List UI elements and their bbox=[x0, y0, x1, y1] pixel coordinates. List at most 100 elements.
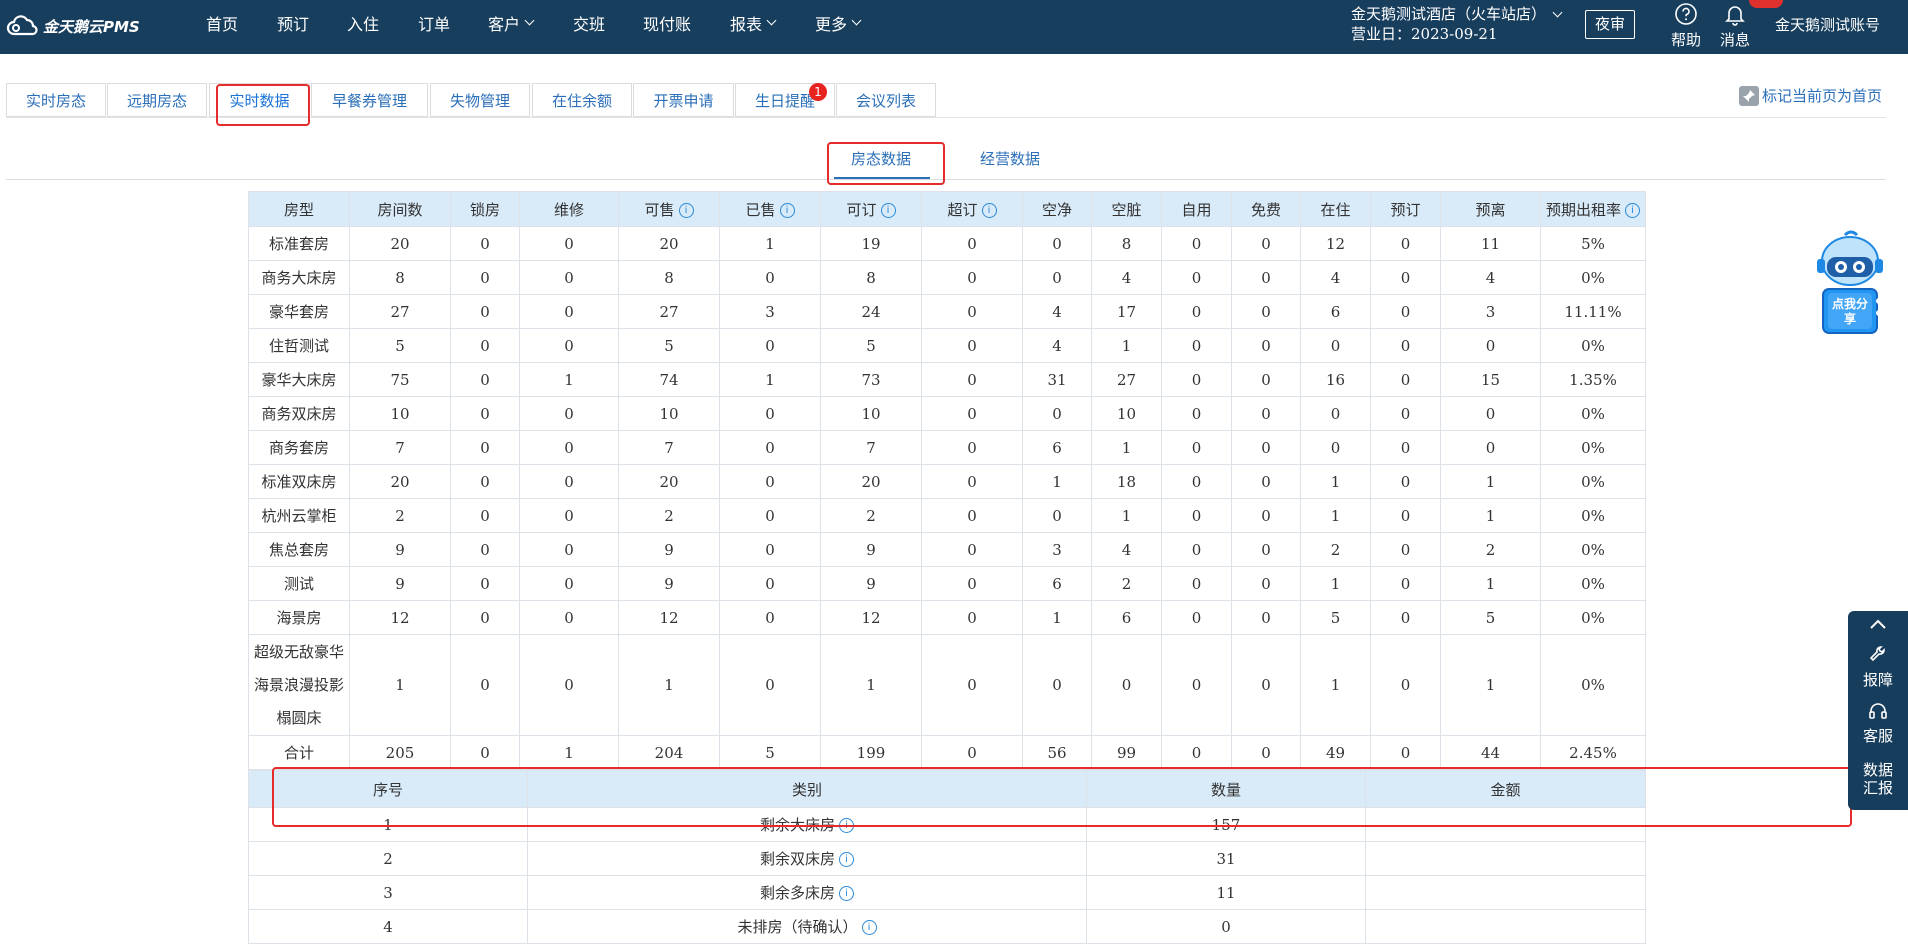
info-icon[interactable]: i bbox=[861, 920, 877, 935]
table-cell: 204 bbox=[618, 735, 720, 770]
table-cell: 9 bbox=[618, 532, 720, 567]
table-cell: 0 bbox=[450, 566, 520, 601]
table-cell: 2 bbox=[1091, 566, 1162, 601]
table-cell: 0 bbox=[719, 498, 821, 533]
scroll-top-button[interactable] bbox=[1848, 617, 1908, 635]
room-summary-table: 序号 类别 数量 金额 1 剩余大床房 i 157 2 剩余双床房 i 31 3 剩余多床房 i 11 4 未排… bbox=[248, 770, 1646, 944]
info-icon[interactable]: i bbox=[839, 852, 854, 867]
table-cell: 1 bbox=[1091, 328, 1162, 363]
table-cell: 0 bbox=[450, 226, 520, 261]
summary-category-cell: 剩余大床房 i bbox=[527, 807, 1087, 842]
info-icon[interactable]: i bbox=[981, 202, 997, 218]
account-menu[interactable]: 金天鹅测试账号 bbox=[1775, 14, 1880, 35]
brand-logo[interactable]: 金天鹅云PMS bbox=[6, 13, 140, 39]
customer-service-label: 客服 bbox=[1862, 727, 1893, 745]
table-cell: 0 bbox=[1440, 396, 1541, 431]
header-label: 房间数 bbox=[377, 200, 423, 219]
table-cell: 5 bbox=[1440, 600, 1541, 635]
hotel-selector[interactable]: 金天鹅测试酒店（火车站店） 营业日：2023-09-21 bbox=[1351, 4, 1563, 44]
info-icon[interactable]: i bbox=[678, 202, 694, 218]
header-label: 超订 bbox=[947, 200, 978, 219]
table-cell: 0 bbox=[1161, 566, 1232, 601]
tab-breakfast-vouchers[interactable]: 早餐券管理 bbox=[311, 83, 428, 117]
nav-checkin[interactable]: 入住 bbox=[347, 0, 379, 46]
table-cell: 0 bbox=[1231, 362, 1301, 397]
nav-customers[interactable]: 客户 bbox=[488, 0, 535, 46]
table-cell: 0 bbox=[519, 226, 619, 261]
header-label: 在住 bbox=[1320, 200, 1351, 219]
tab-realtime-data[interactable]: 实时数据 bbox=[209, 83, 310, 117]
night-audit-button[interactable]: 夜审 bbox=[1585, 10, 1635, 39]
table-cell: 8 bbox=[349, 260, 451, 295]
table-cell: 0 bbox=[1231, 600, 1301, 635]
table-cell: 49 bbox=[1300, 735, 1371, 770]
nav-more[interactable]: 更多 bbox=[815, 0, 862, 46]
table-cell: 7 bbox=[618, 430, 720, 465]
customer-service-button[interactable]: 客服 bbox=[1848, 701, 1908, 746]
room-table-header-cell: 预订 bbox=[1370, 191, 1441, 227]
info-icon[interactable]: i bbox=[779, 202, 795, 218]
data-summary-button[interactable]: 数据汇报 bbox=[1858, 761, 1898, 797]
subtab-room-status-data[interactable]: 房态数据 bbox=[851, 148, 911, 169]
nav-orders[interactable]: 订单 bbox=[418, 0, 450, 46]
nav-reports[interactable]: 报表 bbox=[730, 0, 777, 46]
tab-forward-room-status[interactable]: 远期房态 bbox=[107, 83, 207, 117]
table-cell: 豪华大床房 bbox=[248, 362, 350, 397]
nav-reservation[interactable]: 预订 bbox=[277, 0, 309, 46]
help-button[interactable]: 帮助 bbox=[1666, 2, 1706, 50]
nav-home[interactable]: 首页 bbox=[206, 0, 238, 46]
info-icon[interactable]: i bbox=[839, 818, 854, 833]
table-cell: 0 bbox=[1161, 634, 1232, 736]
summary-category-label: 剩余多床房 bbox=[759, 884, 835, 902]
table-cell: 0 bbox=[519, 294, 619, 329]
table-cell: 8 bbox=[618, 260, 720, 295]
table-cell: 0% bbox=[1540, 498, 1646, 533]
table-cell: 3 bbox=[1022, 532, 1092, 567]
tab-invoice-request[interactable]: 开票申请 bbox=[633, 83, 734, 117]
business-date: 营业日：2023-09-21 bbox=[1351, 25, 1498, 43]
tab-inhouse-balance[interactable]: 在住余额 bbox=[532, 83, 632, 117]
tab-lost-found[interactable]: 失物管理 bbox=[430, 83, 530, 117]
table-cell: 0 bbox=[1231, 260, 1301, 295]
table-cell: 0 bbox=[1022, 396, 1092, 431]
table-cell: 0 bbox=[519, 430, 619, 465]
share-mascot-button[interactable]: 点我分享 bbox=[1815, 229, 1885, 337]
table-cell: 0 bbox=[1300, 430, 1371, 465]
pin-as-home-label: 标记当前页为首页 bbox=[1762, 87, 1883, 105]
tab-meeting-list[interactable]: 会议列表 bbox=[836, 83, 936, 117]
table-row: 测试 9 0 0 9 0 9 0 6 2 0 0 1 0 1 0% bbox=[248, 566, 1646, 601]
table-cell: 0% bbox=[1540, 566, 1646, 601]
report-issue-button[interactable]: 报障 bbox=[1848, 645, 1908, 690]
messages-button[interactable]: 消息 bbox=[1715, 2, 1755, 50]
table-cell: 0 bbox=[1231, 294, 1301, 329]
info-icon[interactable]: i bbox=[880, 202, 896, 218]
table-cell: 0 bbox=[921, 498, 1023, 533]
info-icon[interactable]: i bbox=[839, 886, 854, 901]
table-cell: 1 bbox=[1022, 464, 1092, 499]
tab-realtime-room-status[interactable]: 实时房态 bbox=[6, 83, 106, 117]
table-cell: 3 bbox=[1440, 294, 1541, 329]
table-cell: 1 bbox=[820, 634, 922, 736]
table-cell: 0 bbox=[519, 532, 619, 567]
table-cell: 0% bbox=[1540, 260, 1646, 295]
summary-qty-cell: 157 bbox=[1086, 807, 1366, 842]
info-icon[interactable]: i bbox=[1625, 202, 1640, 218]
help-icon bbox=[1675, 3, 1697, 25]
table-cell: 0 bbox=[921, 226, 1023, 261]
nav-cash-account[interactable]: 现付账 bbox=[643, 0, 691, 46]
subtab-business-data[interactable]: 经营数据 bbox=[980, 148, 1040, 169]
table-cell: 44 bbox=[1440, 735, 1541, 770]
table-cell: 0 bbox=[450, 532, 520, 567]
chevron-down-icon bbox=[851, 15, 862, 25]
table-cell: 0% bbox=[1540, 430, 1646, 465]
table-row: 海景房 12 0 0 12 0 12 0 1 6 0 0 5 0 5 0% bbox=[248, 600, 1646, 635]
table-cell: 1 bbox=[719, 362, 821, 397]
header-label: 空脏 bbox=[1111, 200, 1142, 219]
table-cell: 杭州云掌柜 bbox=[248, 498, 350, 533]
nav-shift[interactable]: 交班 bbox=[573, 0, 605, 46]
summary-header-cell: 数量 bbox=[1086, 770, 1366, 808]
room-table-header-cell: 预离 bbox=[1440, 191, 1541, 227]
summary-no-cell: 2 bbox=[248, 841, 528, 876]
pin-as-home-link[interactable]: 标记当前页为首页 bbox=[1739, 85, 1882, 106]
table-cell: 0 bbox=[1440, 328, 1541, 363]
